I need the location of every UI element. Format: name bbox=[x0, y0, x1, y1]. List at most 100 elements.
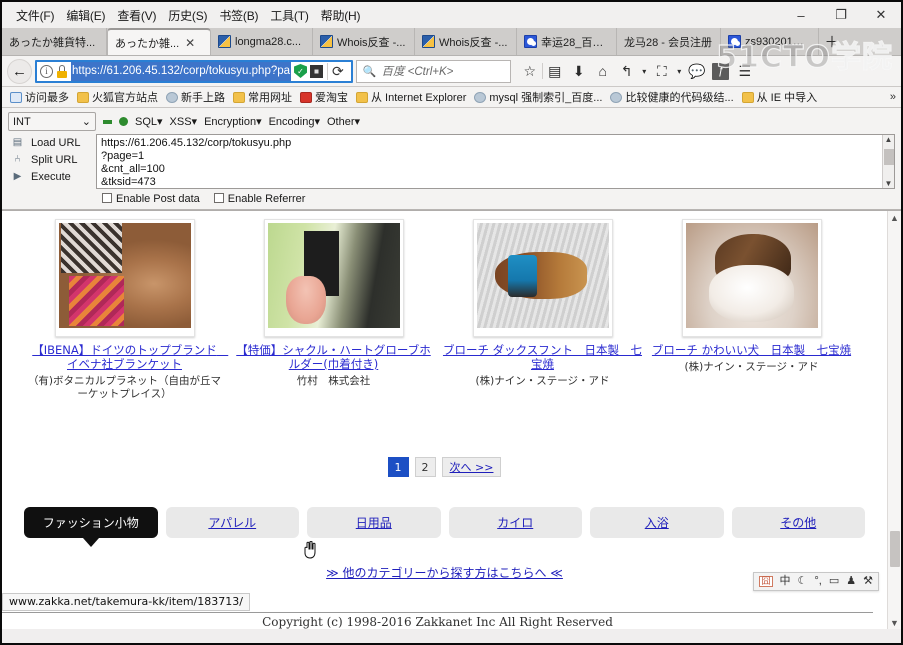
close-button[interactable]: ✕ bbox=[861, 2, 901, 28]
menu-history[interactable]: 历史(S) bbox=[162, 5, 213, 26]
checkbox-box[interactable] bbox=[213, 193, 224, 203]
hackbar-menu-encoding[interactable]: Encoding▾ bbox=[269, 115, 320, 128]
category-tab-fashion-accessories[interactable]: ファッション小物 bbox=[24, 507, 158, 547]
product-image-frame[interactable] bbox=[472, 219, 613, 337]
lock-warning-icon[interactable] bbox=[56, 64, 68, 78]
menu-edit[interactable]: 编辑(E) bbox=[60, 5, 111, 26]
chat-icon[interactable]: 💬 bbox=[685, 59, 709, 84]
ime-toolbar[interactable]: 囧 中 ☾ °, ▭ ♟ ⚒ bbox=[753, 572, 879, 591]
hackbar-type-select[interactable]: INT ⌄ bbox=[8, 112, 96, 131]
flash-icon-wrap[interactable]: ƒ bbox=[709, 59, 733, 84]
page-info-icon[interactable]: i bbox=[40, 64, 53, 78]
ime-punctuation-icon[interactable]: °, bbox=[814, 576, 821, 587]
hackbar-menu-xss[interactable]: XSS▾ bbox=[170, 115, 198, 128]
menu-bookmarks[interactable]: 书签(B) bbox=[213, 5, 264, 26]
hackbar-url-textarea[interactable]: https://61.206.45.132/corp/tokusyu.php ?… bbox=[96, 134, 895, 189]
scroll-down-icon[interactable]: ▼ bbox=[890, 616, 899, 629]
bookmark-taobao[interactable]: 爱淘宝 bbox=[297, 88, 351, 106]
maximize-button[interactable]: ❐ bbox=[821, 2, 861, 28]
back-button[interactable]: ← bbox=[7, 58, 32, 84]
split-url-button[interactable]: ⑃ Split URL bbox=[8, 151, 96, 168]
url-input[interactable]: https://61.206.45.132/corp/tokusyu.php?p… bbox=[71, 61, 292, 81]
product-card[interactable]: ブローチ ダックスフント 日本製 七宝焼 (株)ナイン・ステージ・アド bbox=[438, 219, 647, 401]
enable-post-data-checkbox[interactable]: Enable Post data bbox=[102, 193, 200, 205]
scroll-thumb[interactable] bbox=[884, 149, 894, 165]
new-tab-button[interactable]: ＋ bbox=[819, 28, 845, 55]
shield-icon[interactable] bbox=[294, 64, 308, 78]
ime-moon-icon[interactable]: ☾ bbox=[798, 576, 808, 587]
load-url-button[interactable]: ▤ Load URL bbox=[8, 134, 96, 151]
scroll-up-icon[interactable]: ▲ bbox=[885, 135, 893, 144]
url-bar[interactable]: i https://61.206.45.132/corp/tokusyu.php… bbox=[35, 59, 353, 83]
page-button-2[interactable]: 2 bbox=[414, 457, 436, 477]
ime-logo-icon[interactable]: 囧 bbox=[759, 576, 773, 587]
tab-2[interactable]: longma28.c... bbox=[211, 28, 313, 55]
product-title-link[interactable]: ブローチ ダックスフント 日本製 七宝焼 bbox=[442, 343, 643, 371]
menu-help[interactable]: 帮助(H) bbox=[315, 5, 367, 26]
product-card[interactable]: 【特価】シャクル・ハートグローブホルダー(巾着付き) 竹村 株式会社 bbox=[229, 219, 438, 401]
page-scrollbar[interactable]: ▲ ▼ bbox=[887, 211, 901, 629]
scrollbar-thumb[interactable] bbox=[890, 531, 900, 567]
product-title-link[interactable]: ブローチ かわいい犬 日本製 七宝焼 bbox=[651, 343, 852, 357]
qr-icon[interactable] bbox=[310, 64, 324, 78]
tab-3[interactable]: Whois反查 -... bbox=[313, 28, 415, 55]
bookmark-common-sites[interactable]: 常用网址 bbox=[230, 88, 295, 106]
enable-referrer-checkbox[interactable]: Enable Referrer bbox=[213, 193, 305, 205]
product-title-link[interactable]: 【特価】シャクル・ハートグローブホルダー(巾着付き) bbox=[233, 343, 434, 371]
category-tab-bath[interactable]: 入浴 bbox=[590, 507, 724, 538]
execute-button[interactable]: ▶ Execute bbox=[8, 168, 96, 185]
ime-chinese-mode-icon[interactable]: 中 bbox=[780, 576, 791, 587]
menu-file[interactable]: 文件(F) bbox=[10, 5, 60, 26]
bookmark-mysql-index[interactable]: mysql 强制索引_百度... bbox=[471, 88, 605, 106]
search-input[interactable]: 百度 <Ctrl+K> bbox=[381, 63, 453, 79]
bookmark-from-ie[interactable]: 从 Internet Explorer bbox=[353, 88, 469, 106]
ime-keyboard-icon[interactable]: ▭ bbox=[829, 576, 839, 587]
category-tab-other[interactable]: その他 bbox=[731, 507, 865, 538]
product-card[interactable]: 【IBENA】ドイツのトップブランド イベナ社ブランケット （有)ボタニカルプラ… bbox=[20, 219, 229, 401]
reload-button[interactable]: ⟳ bbox=[327, 62, 348, 80]
flash-icon[interactable]: ƒ bbox=[712, 62, 730, 80]
tab-7[interactable]: zs930201@... bbox=[721, 28, 819, 55]
category-tab-daily-goods[interactable]: 日用品 bbox=[307, 507, 441, 538]
product-image-frame[interactable] bbox=[681, 219, 822, 337]
category-tab-apparel[interactable]: アパレル bbox=[165, 507, 299, 538]
tab-4[interactable]: Whois反查 -... bbox=[415, 28, 517, 55]
dropdown-caret-2-icon[interactable]: ▾ bbox=[674, 59, 685, 84]
tab-close-icon[interactable]: ✕ bbox=[185, 36, 195, 50]
reader-icon[interactable]: ▤ bbox=[543, 59, 567, 84]
scroll-up-icon[interactable]: ▲ bbox=[890, 211, 899, 224]
minimize-button[interactable]: – bbox=[781, 2, 821, 28]
scroll-down-icon[interactable]: ▼ bbox=[885, 179, 893, 188]
checkbox-box[interactable] bbox=[102, 193, 112, 203]
menu-view[interactable]: 查看(V) bbox=[111, 5, 162, 26]
product-card[interactable]: ブローチ かわいい犬 日本製 七宝焼 (株)ナイン・ステージ・アド bbox=[647, 219, 856, 401]
product-title-link[interactable]: 【IBENA】ドイツのトップブランド イベナ社ブランケット bbox=[24, 343, 228, 371]
bookmark-most-visited[interactable]: 访问最多 bbox=[7, 88, 72, 106]
screenshot-icon[interactable]: ⛶ bbox=[650, 59, 674, 84]
search-bar[interactable]: 🔍 百度 <Ctrl+K> bbox=[355, 59, 511, 83]
dropdown-caret-icon[interactable]: ▾ bbox=[639, 59, 650, 84]
tab-1-active[interactable]: あったか雑... ✕ bbox=[107, 28, 211, 55]
ime-settings-icon[interactable]: ⚒ bbox=[863, 576, 873, 587]
bookmarks-overflow-icon[interactable]: » bbox=[890, 91, 896, 103]
category-tab-kairo[interactable]: カイロ bbox=[448, 507, 582, 538]
hackbar-textarea-scrollbar[interactable]: ▲ ▼ bbox=[882, 135, 894, 188]
tab-5[interactable]: 幸运28_百度... bbox=[517, 28, 617, 55]
downloads-icon[interactable]: ⬇ bbox=[567, 59, 591, 84]
page-button-1[interactable]: 1 bbox=[387, 457, 409, 477]
ime-user-icon[interactable]: ♟ bbox=[846, 576, 856, 587]
bookmark-getting-started[interactable]: 新手上路 bbox=[163, 88, 228, 106]
next-page-button[interactable]: 次へ >> bbox=[441, 457, 502, 477]
hamburger-menu-icon[interactable]: ☰ bbox=[733, 59, 757, 84]
hackbar-menu-sql[interactable]: SQL▾ bbox=[135, 115, 163, 128]
product-image-frame[interactable] bbox=[263, 219, 404, 337]
bookmark-firefox-site[interactable]: 火狐官方站点 bbox=[74, 88, 161, 106]
bookmark-healthy-code[interactable]: 比较健康的代码级结... bbox=[607, 88, 736, 106]
product-image-frame[interactable] bbox=[54, 219, 195, 337]
hackbar-menu-encryption[interactable]: Encryption▾ bbox=[204, 115, 262, 128]
home-icon[interactable]: ⌂ bbox=[591, 59, 615, 84]
tab-0[interactable]: あったか雑貨特... bbox=[2, 28, 107, 55]
bookmark-star-icon[interactable]: ☆ bbox=[518, 59, 542, 84]
hackbar-menu-other[interactable]: Other▾ bbox=[327, 115, 360, 128]
bookmark-import-from-ie[interactable]: 从 IE 中导入 bbox=[739, 88, 821, 106]
